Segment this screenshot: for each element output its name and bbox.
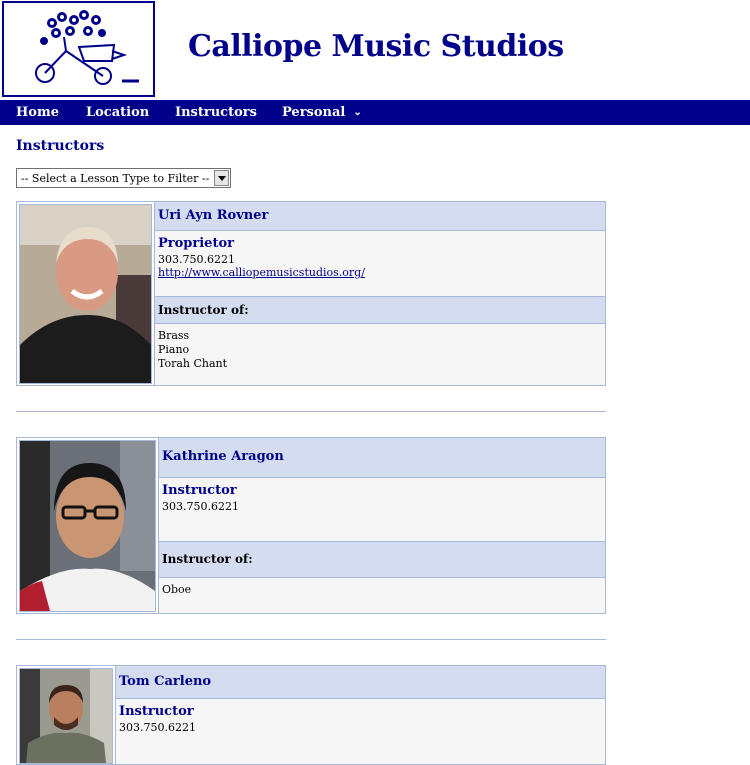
instructor-website-link[interactable]: http://www.calliopemusicstudios.org/: [158, 266, 365, 279]
page-title: Instructors: [16, 138, 105, 154]
lesson-item: Oboe: [162, 583, 192, 596]
instructor-role: Instructor: [119, 704, 194, 719]
lesson-list-cell: Oboe: [158, 578, 605, 613]
instructor-phone: 303.750.6221: [162, 500, 239, 513]
instructor-name-cell: Tom Carleno: [115, 666, 605, 699]
nav-location[interactable]: Location: [86, 105, 149, 120]
site-title[interactable]: Calliope Music Studios: [188, 29, 564, 64]
nav-personal-label: Personal: [282, 105, 346, 120]
instructor-photo: [19, 668, 113, 764]
nav-instructors[interactable]: Instructors: [175, 105, 257, 120]
instructor-role: Instructor: [162, 483, 237, 498]
instructor-card: Uri Ayn Rovner Proprietor 303.750.6221 h…: [16, 201, 606, 386]
filter-selected-value: -- Select a Lesson Type to Filter --: [21, 172, 210, 185]
lesson-item: Piano: [158, 343, 190, 356]
site-header: Calliope Music Studios: [0, 0, 750, 100]
lesson-item: Brass: [158, 329, 190, 342]
instructor-role: Proprietor: [158, 236, 234, 251]
site-logo[interactable]: [2, 1, 155, 97]
lesson-type-filter-select[interactable]: -- Select a Lesson Type to Filter --: [16, 168, 231, 188]
instructor-card: Tom Carleno Instructor 303.750.6221: [16, 665, 606, 765]
instructor-info-cell: Proprietor 303.750.6221 http://www.calli…: [154, 231, 605, 297]
bicycle-flowers-logo-icon: [35, 10, 139, 85]
instructor-info-cell: Instructor 303.750.6221: [115, 699, 605, 764]
instructor-of-label: Instructor of:: [158, 303, 249, 317]
instructor-of-header-cell: Instructor of:: [158, 542, 605, 578]
instructor-name: Tom Carleno: [119, 674, 212, 689]
instructor-name: Kathrine Aragon: [162, 449, 284, 464]
main-nav: Home Location Instructors Personal ⌄: [0, 100, 750, 125]
instructor-info-cell: Instructor 303.750.6221: [158, 478, 605, 542]
instructor-photo: [19, 204, 152, 384]
instructor-phone: 303.750.6221: [158, 253, 235, 266]
nav-home[interactable]: Home: [16, 105, 59, 120]
instructor-name: Uri Ayn Rovner: [158, 208, 269, 223]
instructor-name-cell: Uri Ayn Rovner: [154, 202, 605, 231]
instructor-of-label: Instructor of:: [162, 552, 253, 566]
lesson-item: Torah Chant: [158, 357, 228, 370]
instructor-name-cell: Kathrine Aragon: [158, 438, 605, 478]
card-divider: [16, 411, 606, 412]
card-divider: [16, 639, 606, 640]
instructor-card: Kathrine Aragon Instructor 303.750.6221 …: [16, 437, 606, 614]
instructor-of-header-cell: Instructor of:: [154, 297, 605, 324]
lesson-list-cell: Brass Piano Torah Chant: [154, 324, 605, 385]
instructor-phone: 303.750.6221: [119, 721, 196, 734]
dropdown-arrow-icon[interactable]: [214, 170, 229, 186]
instructor-photo: [19, 440, 156, 612]
chevron-down-icon: ⌄: [353, 107, 362, 118]
nav-personal[interactable]: Personal ⌄: [282, 105, 362, 120]
